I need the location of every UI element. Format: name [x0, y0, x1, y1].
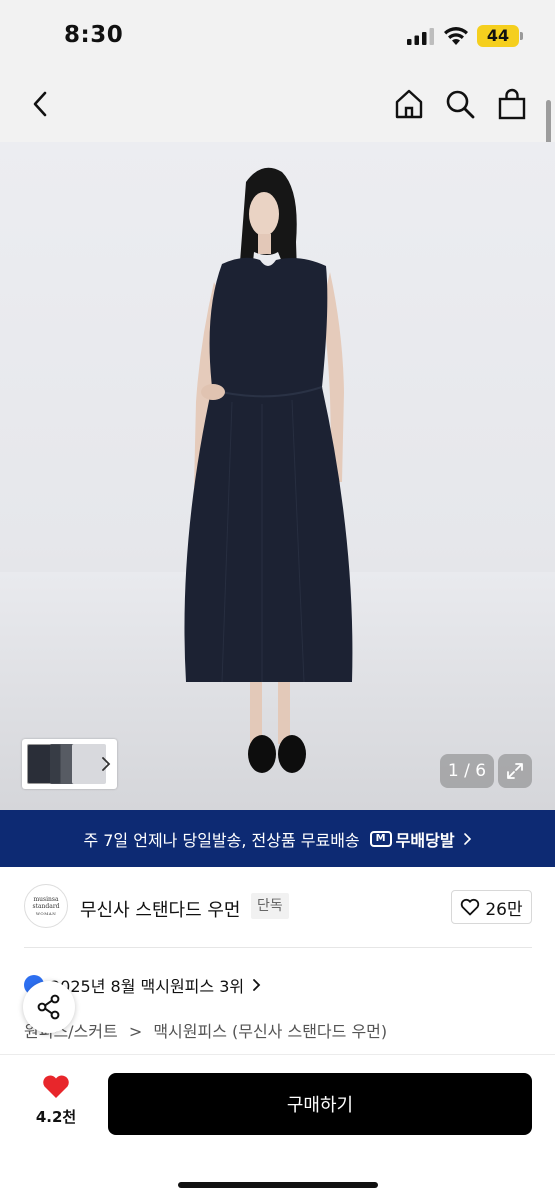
free-shipping-badge-label: 무배당발: [395, 830, 455, 850]
brand-row: musinsa standard WOMAN 무신사 스탠다드 우먼 단독 26…: [0, 867, 555, 947]
share-icon: [37, 994, 60, 1020]
battery-tip: [520, 32, 523, 40]
heart-outline-icon: [461, 898, 480, 916]
search-button[interactable]: [442, 86, 478, 122]
wishlist-count: 4.2천: [35, 1108, 77, 1126]
ranking-text: 2025년 8월 맥시원피스 3위: [50, 977, 245, 996]
cellular-signal-icon: [407, 28, 434, 45]
bottom-action-bar: 4.2천 구매하기: [0, 1054, 555, 1200]
expand-icon: [507, 763, 523, 779]
shopping-bag-icon: [498, 88, 526, 120]
brand-name[interactable]: 무신사 스탠다드 우먼: [80, 896, 240, 922]
cart-button[interactable]: [494, 86, 530, 122]
home-button[interactable]: [391, 86, 427, 122]
thumbnail-strip[interactable]: [22, 739, 117, 789]
back-button[interactable]: [22, 86, 58, 122]
chevron-left-icon: [33, 91, 47, 117]
status-bar: 8:30 44: [0, 0, 555, 70]
wishlist-button[interactable]: 4.2천: [26, 1073, 86, 1127]
shipping-banner[interactable]: 주 7일 언제나 당일발송, 전상품 무료배송 M 무배당발: [0, 810, 555, 867]
brand-like-count: 26만: [485, 899, 523, 920]
breadcrumb-separator: >: [128, 1022, 143, 1041]
exclusive-badge: 단독: [251, 893, 289, 919]
brand-like-button[interactable]: 26만: [451, 890, 532, 924]
product-photo: [0, 167, 555, 810]
brand-logo-line-1: musinsa: [33, 895, 59, 903]
search-icon: [446, 90, 475, 119]
top-nav-bar: [0, 70, 555, 142]
home-indicator: [178, 1182, 378, 1188]
chevron-right-icon: [253, 979, 261, 991]
battery-indicator: 44: [477, 25, 519, 47]
breadcrumb: 원피스/스커트 > 맥시원피스 (무신사 스탠다드 우먼): [24, 1018, 387, 1042]
home-icon: [395, 89, 423, 119]
musinsa-delivery-icon: M: [369, 830, 392, 847]
free-shipping-badge: M 무배당발: [369, 827, 455, 851]
chevron-right-icon: [102, 757, 111, 771]
shipping-banner-text: 주 7일 언제나 당일발송, 전상품 무료배송: [83, 830, 360, 850]
chevron-right-icon: [463, 832, 471, 845]
brand-logo-line-3: WOMAN: [35, 910, 57, 916]
product-image-gallery[interactable]: 1 / 6: [0, 142, 555, 810]
status-time: 8:30: [64, 22, 124, 48]
expand-image-button[interactable]: [498, 754, 532, 788]
share-button[interactable]: [23, 981, 75, 1033]
wifi-icon: [444, 27, 468, 45]
brand-logo-line-2: standard: [32, 902, 60, 910]
image-page-indicator: 1 / 6: [440, 754, 494, 788]
buy-button[interactable]: 구매하기: [108, 1073, 532, 1135]
breadcrumb-child[interactable]: 맥시원피스 (무신사 스탠다드 우먼): [153, 1022, 387, 1041]
heart-filled-icon: [43, 1075, 69, 1098]
brand-logo[interactable]: musinsa standard WOMAN: [24, 884, 68, 928]
divider: [24, 947, 532, 948]
